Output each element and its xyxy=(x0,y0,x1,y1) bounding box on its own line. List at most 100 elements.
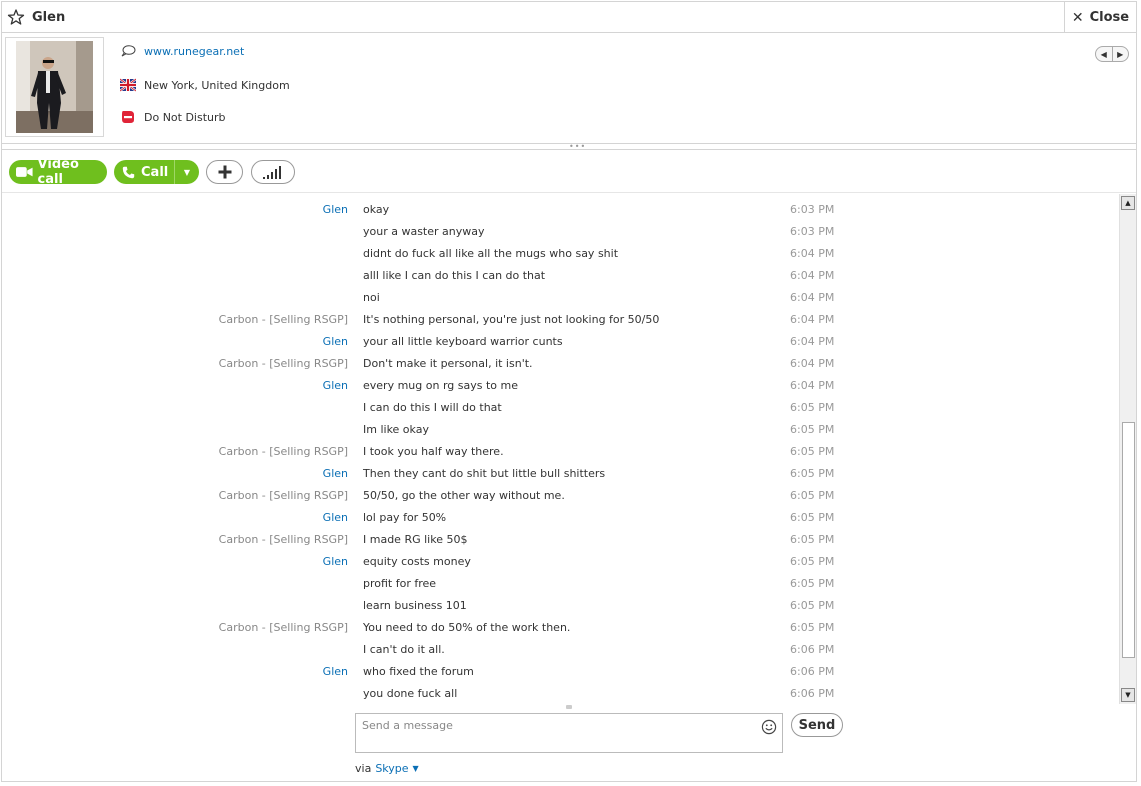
close-button[interactable]: ✕ Close xyxy=(1064,2,1136,33)
message-row: learn business 101 6:05 PM xyxy=(2,595,1118,617)
message-text: I can do this I will do that xyxy=(363,401,502,414)
message-row: Carbon - [Selling RSGP] You need to do 50… xyxy=(2,617,1118,639)
close-label: Close xyxy=(1089,10,1130,25)
emoticon-smiley-icon[interactable] xyxy=(761,719,777,735)
call-button[interactable]: Call ▼ xyxy=(114,160,199,184)
prev-arrow-icon[interactable]: ◀ xyxy=(1096,47,1113,61)
message-sender[interactable]: Carbon - [Selling RSGP] xyxy=(219,489,348,502)
scroll-down-icon[interactable]: ▼ xyxy=(1121,688,1135,702)
action-bar: Video call Call ▼ xyxy=(2,149,1136,193)
message-sender[interactable]: Carbon - [Selling RSGP] xyxy=(219,313,348,326)
message-timestamp: 6:04 PM xyxy=(790,269,835,282)
message-row: Carbon - [Selling RSGP] It's nothing pers… xyxy=(2,309,1118,331)
avatar-photo xyxy=(16,41,93,133)
message-row: Glen every mug on rg says to me 6:04 PM xyxy=(2,375,1118,397)
composer-resize-grip[interactable] xyxy=(566,705,572,709)
message-text: It's nothing personal, you're just not l… xyxy=(363,313,660,326)
send-service-selector[interactable]: Skype xyxy=(375,762,408,775)
message-timestamp: 6:06 PM xyxy=(790,643,835,656)
close-icon: ✕ xyxy=(1071,9,1084,26)
resize-grip[interactable]: ••• xyxy=(569,143,585,151)
message-text: alll like I can do this I can do that xyxy=(363,269,546,282)
add-people-button[interactable] xyxy=(206,160,243,184)
conversation-window: Glen ✕ Close www.runegear.net New York, … xyxy=(1,1,1137,782)
message-sender[interactable]: Carbon - [Selling RSGP] xyxy=(219,445,348,458)
message-timestamp: 6:05 PM xyxy=(790,555,835,568)
message-row: didnt do fuck all like all the mugs who … xyxy=(2,243,1118,265)
message-timestamp: 6:05 PM xyxy=(790,423,835,436)
message-sender[interactable]: Carbon - [Selling RSGP] xyxy=(219,533,348,546)
message-text: learn business 101 xyxy=(363,599,467,612)
message-timestamp: 6:04 PM xyxy=(790,313,835,326)
message-sender[interactable]: Glen xyxy=(323,203,348,216)
message-row: alll like I can do this I can do that 6:0… xyxy=(2,265,1118,287)
service-chevron-down-icon[interactable]: ▼ xyxy=(413,764,419,773)
call-options-chevron-down-icon[interactable]: ▼ xyxy=(174,160,199,184)
message-timestamp: 6:04 PM xyxy=(790,379,835,392)
message-timestamp: 6:04 PM xyxy=(790,335,835,348)
message-text: You need to do 50% of the work then. xyxy=(363,621,571,634)
status-row: Do Not Disturb xyxy=(120,110,226,124)
speech-bubble-icon xyxy=(121,45,136,57)
message-sender[interactable]: Glen xyxy=(323,665,348,678)
message-sender[interactable]: Glen xyxy=(323,467,348,480)
website-link[interactable]: www.runegear.net xyxy=(144,45,244,58)
message-timestamp: 6:04 PM xyxy=(790,247,835,260)
message-text: every mug on rg says to me xyxy=(363,379,518,392)
message-timestamp: 6:05 PM xyxy=(790,401,835,414)
phone-icon xyxy=(122,166,135,178)
message-text: Don't make it personal, it isn't. xyxy=(363,357,533,370)
message-sender[interactable]: Carbon - [Selling RSGP] xyxy=(219,357,348,370)
message-sender[interactable]: Glen xyxy=(323,555,348,568)
via-label: via xyxy=(355,762,372,775)
message-timestamp: 6:04 PM xyxy=(790,357,835,370)
message-timestamp: 6:05 PM xyxy=(790,577,835,590)
message-history[interactable]: Glen okay 6:03 PM your a waster anyway 6:03 … xyxy=(2,194,1136,704)
message-row: noi 6:04 PM xyxy=(2,287,1118,309)
avatar[interactable] xyxy=(5,37,104,137)
contact-name-title: Glen xyxy=(32,10,66,25)
message-row: Carbon - [Selling RSGP] Don't make it per… xyxy=(2,353,1118,375)
message-scrollbar[interactable]: ▲ ▼ xyxy=(1119,194,1136,704)
message-text: you done fuck all xyxy=(363,687,458,700)
message-row: Glen equity costs money 6:05 PM xyxy=(2,551,1118,573)
status-text: Do Not Disturb xyxy=(144,110,226,124)
message-timestamp: 6:06 PM xyxy=(790,687,835,700)
message-row: Glen lol pay for 50% 6:05 PM xyxy=(2,507,1118,529)
video-call-button[interactable]: Video call xyxy=(9,157,107,187)
message-timestamp: 6:05 PM xyxy=(790,533,835,546)
message-text: your all little keyboard warrior cunts xyxy=(363,335,563,348)
title-bar: Glen ✕ Close xyxy=(2,2,1136,33)
send-button[interactable]: Send xyxy=(791,713,843,737)
message-row: Carbon - [Selling RSGP] I made RG like 50… xyxy=(2,529,1118,551)
message-timestamp: 6:05 PM xyxy=(790,489,835,502)
call-main[interactable]: Call xyxy=(114,160,174,184)
location-text: New York, United Kingdom xyxy=(144,78,290,92)
message-sender[interactable]: Glen xyxy=(323,511,348,524)
message-text: who fixed the forum xyxy=(363,665,474,678)
signal-bars-icon xyxy=(263,166,281,179)
message-input-box[interactable] xyxy=(355,713,783,753)
message-row: Glen Then they cant do shit but little bu… xyxy=(2,463,1118,485)
do-not-disturb-icon xyxy=(122,111,134,123)
message-timestamp: 6:05 PM xyxy=(790,511,835,524)
message-sender[interactable]: Carbon - [Selling RSGP] xyxy=(219,621,348,634)
message-input[interactable] xyxy=(362,719,742,732)
scroll-up-icon[interactable]: ▲ xyxy=(1121,196,1135,210)
message-text: equity costs money xyxy=(363,555,471,568)
message-timestamp: 6:05 PM xyxy=(790,445,835,458)
message-sender[interactable]: Glen xyxy=(323,335,348,348)
scrollbar-thumb[interactable] xyxy=(1122,422,1135,658)
message-text: I took you half way there. xyxy=(363,445,504,458)
message-text: didnt do fuck all like all the mugs who … xyxy=(363,247,619,260)
message-row: I can do this I will do that 6:05 PM xyxy=(2,397,1118,419)
next-arrow-icon[interactable]: ▶ xyxy=(1113,47,1129,61)
favorite-star-icon[interactable] xyxy=(7,8,25,26)
video-call-label: Video call xyxy=(37,157,79,187)
message-sender[interactable]: Glen xyxy=(323,379,348,392)
message-row: I can't do it all. 6:06 PM xyxy=(2,639,1118,661)
profile-panel: www.runegear.net New York, United Kingdo… xyxy=(2,34,1136,144)
message-row: Glen okay 6:03 PM xyxy=(2,199,1118,221)
message-row: Carbon - [Selling RSGP] I took you half w… xyxy=(2,441,1118,463)
call-quality-button[interactable] xyxy=(251,160,295,184)
